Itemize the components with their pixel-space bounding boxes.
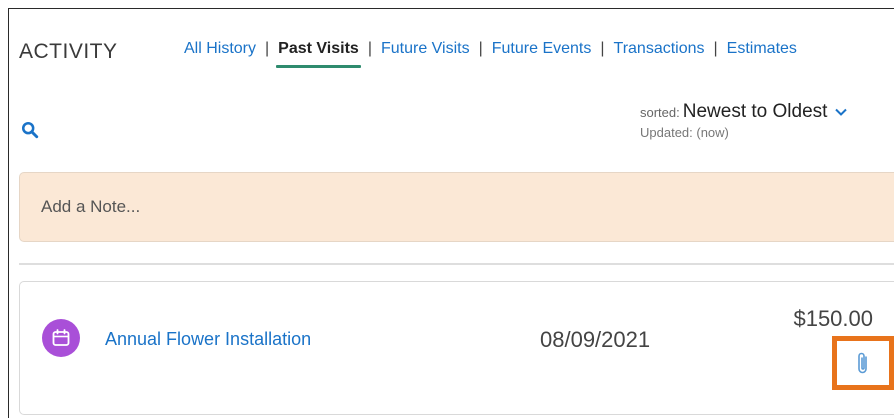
tab-past-visits[interactable]: Past Visits [276,40,361,68]
note-placeholder: Add a Note... [41,197,141,216]
tab-separator: | [478,39,483,57]
tab-separator: | [367,39,372,57]
tab-all-history[interactable]: All History [184,40,256,61]
attachment-button[interactable] [832,336,894,390]
tab-separator: | [713,39,718,57]
updated-status: Updated: (now) [640,125,729,140]
tab-separator: | [265,39,270,57]
visit-amount: $150.00 [793,306,873,331]
activity-panel: ACTIVITY All History | Past Visits | Fut… [8,8,894,418]
visit-date: 08/09/2021 [540,327,651,352]
paperclip-icon [858,352,867,374]
tab-separator: | [600,39,605,57]
tab-future-events[interactable]: Future Events [492,40,592,61]
sort-control: sorted: Newest to Oldest Updated: (now) [640,101,890,140]
calendar-icon [42,319,80,357]
add-note-input[interactable]: Add a Note... [19,172,894,242]
section-divider [19,263,894,265]
sort-label: sorted: [640,105,680,120]
chevron-down-icon[interactable] [835,108,848,116]
tab-future-visits[interactable]: Future Visits [381,40,470,61]
search-icon[interactable] [21,121,39,139]
activity-header: ACTIVITY All History | Past Visits | Fut… [9,9,894,79]
tab-estimates[interactable]: Estimates [727,40,797,61]
visit-row[interactable]: Annual Flower Installation 08/09/2021 $1… [19,281,894,415]
sort-dropdown[interactable]: Newest to Oldest [683,101,828,123]
visit-title-link[interactable]: Annual Flower Installation [105,329,311,350]
activity-title: ACTIVITY [19,40,118,63]
activity-tabs: All History | Past Visits | Future Visit… [184,37,797,68]
tab-transactions[interactable]: Transactions [614,40,705,61]
